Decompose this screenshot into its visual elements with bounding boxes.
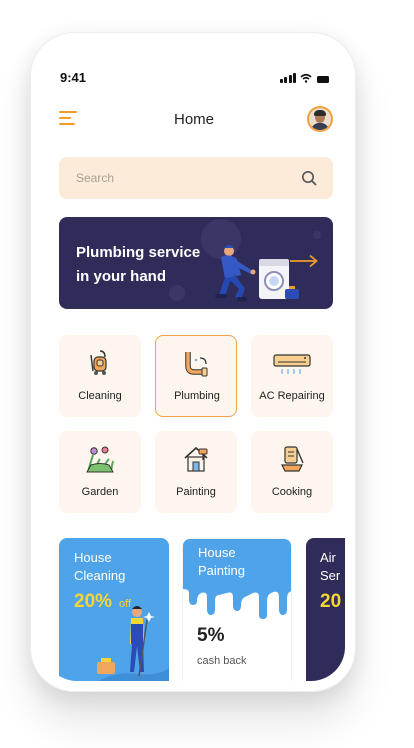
status-time: 9:41 [60, 70, 87, 85]
app-screen: 9:41 Home Search Plumbing service in you… [43, 45, 345, 681]
category-label: Garden [81, 486, 119, 498]
house-paint-icon [184, 446, 208, 472]
category-ac-repairing[interactable]: AC Repairing [251, 335, 333, 417]
signal-icon [279, 73, 296, 83]
search-icon[interactable] [301, 170, 317, 186]
arrow-right-icon[interactable] [289, 254, 319, 268]
flower-plant-icon [86, 446, 114, 473]
banner-headline: Plumbing service in your hand [76, 241, 226, 289]
promo-title-line-1: House [74, 550, 112, 565]
promo-suffix: cash back [197, 655, 247, 667]
category-cooking[interactable]: Cooking [251, 431, 333, 513]
cleaner-illustration-icon [97, 606, 169, 681]
phone-frame: 9:41 Home Search Plumbing service in you… [30, 32, 356, 692]
promo-card-house-painting[interactable]: House Painting 5% cash back [182, 538, 292, 681]
banner-line-2: in your hand [76, 268, 166, 285]
promo-title-line-2: Ser [320, 568, 341, 583]
category-label: Painting [176, 486, 216, 498]
status-icons [279, 73, 329, 83]
battery-icon [317, 76, 329, 83]
page-title: Home [173, 111, 214, 128]
pipe-icon [185, 352, 208, 377]
category-plumbing[interactable]: Plumbing [155, 335, 237, 417]
promo-card-air-service[interactable]: Air Ser 20 [306, 538, 345, 681]
promo-card-house-cleaning[interactable]: House Cleaning 20% off [59, 538, 169, 681]
banner-line-1: Plumbing service [76, 244, 201, 261]
promo-title-line-2: Cleaning [74, 568, 126, 583]
wifi-icon [300, 73, 312, 83]
promo-value: 5% [197, 625, 225, 646]
category-garden[interactable]: Garden [59, 431, 141, 513]
category-label: Cleaning [78, 390, 122, 402]
promo-title: Air Ser [320, 549, 340, 585]
search-input[interactable] [59, 157, 299, 199]
plumber-illustration-icon [215, 245, 299, 301]
promo-title-line-1: Air [320, 550, 336, 565]
promo-title: House Painting [198, 544, 245, 580]
vacuum-cleaner-icon [90, 350, 107, 375]
status-bar: 9:41 [43, 70, 345, 90]
category-cleaning[interactable]: Cleaning [59, 335, 141, 417]
category-label: AC Repairing [259, 390, 325, 402]
avatar[interactable] [307, 106, 333, 132]
promo-title: House Cleaning [74, 549, 125, 585]
cooking-icon [281, 446, 304, 472]
category-painting[interactable]: Painting [155, 431, 237, 513]
search-bar [59, 157, 333, 199]
air-conditioner-icon [273, 354, 311, 374]
promo-title-line-2: Painting [198, 563, 245, 578]
promo-value: 20 [320, 591, 342, 612]
category-label: Cooking [271, 486, 313, 498]
promo-title-line-1: House [198, 545, 236, 560]
promo-banner[interactable]: Plumbing service in your hand [59, 217, 333, 309]
category-label: Plumbing [174, 390, 220, 402]
